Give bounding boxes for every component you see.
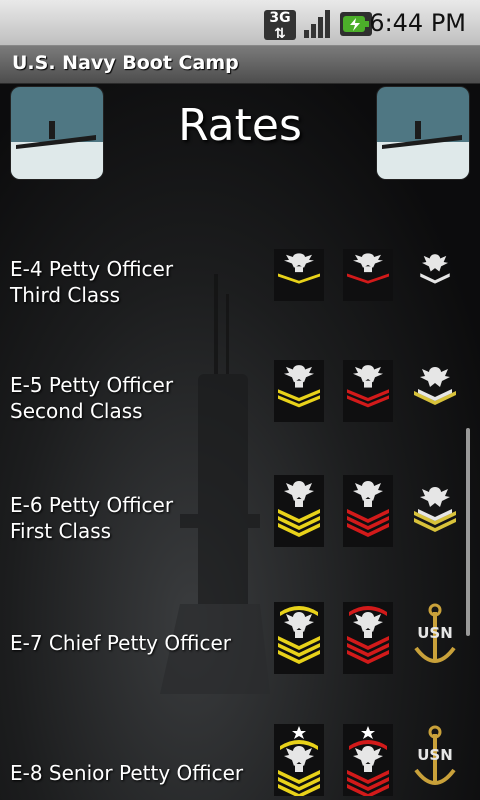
rank-label: E-5 Petty Officer Second Class (10, 373, 174, 423)
status-bar: 3G ⇅ 6:44 PM (0, 0, 480, 46)
rank-label: E-4 Petty Officer Third Class (10, 257, 174, 307)
signal-bars-icon (302, 8, 334, 40)
red-stripes-icon (343, 602, 393, 674)
rank-label: E-6 Petty Officer First Class (10, 493, 174, 543)
page-title: Rates (178, 100, 302, 151)
app-title: U.S. Navy Boot Camp (12, 52, 239, 74)
rates-screen[interactable]: Rates E-4 Petty Officer Third Class E-5 … (0, 84, 480, 800)
usn-anchor-icon: USN (410, 724, 460, 796)
collar-device-icon (410, 475, 460, 547)
red-stripes-icon (343, 724, 393, 796)
red-stripes-icon (343, 249, 393, 301)
rank-label: E-7 Chief Petty Officer (10, 631, 231, 655)
status-time: 6:44 PM (369, 9, 466, 37)
3g-data-icon: 3G ⇅ (264, 10, 296, 42)
usn-anchor-icon: USN (410, 602, 460, 674)
collar-device-icon (410, 360, 460, 422)
svg-text:USN: USN (417, 746, 453, 764)
battery-charging-icon (340, 12, 372, 36)
red-stripes-icon (343, 475, 393, 547)
gold-stripes-icon (274, 602, 324, 674)
red-stripes-icon (343, 360, 393, 422)
app-title-bar: U.S. Navy Boot Camp (0, 46, 480, 84)
svg-text:USN: USN (417, 624, 453, 642)
gold-stripes-icon (274, 475, 324, 547)
collar-device-icon (410, 249, 460, 301)
rank-label: E-8 Senior Petty Officer (10, 761, 244, 785)
gold-stripes-icon (274, 360, 324, 422)
scrollbar[interactable] (466, 428, 470, 636)
gold-stripes-icon (274, 249, 324, 301)
gold-stripes-icon (274, 724, 324, 796)
